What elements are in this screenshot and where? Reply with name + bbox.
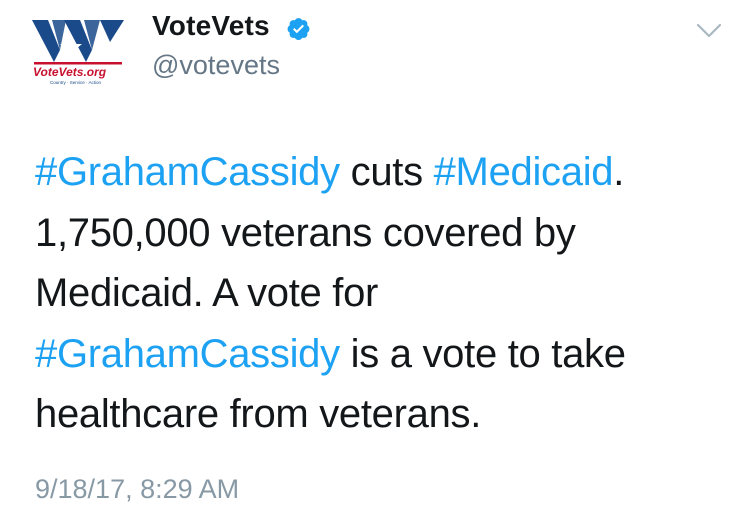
tweet-text-segment: 1,750,000 veterans covered by — [35, 210, 576, 255]
votevets-logo: VoteVets.org Country · Service · Action — [32, 20, 124, 85]
avatar[interactable]: VoteVets.org Country · Service · Action — [30, 16, 128, 86]
tweet-text-segment: healthcare from veterans. — [35, 392, 482, 436]
avatar-site-text: VoteVets.org — [33, 65, 107, 79]
tweet-text-line: Medicaid. A vote for — [35, 263, 725, 324]
author-display-name[interactable]: VoteVets — [152, 10, 270, 42]
tweet-text-segment: is a vote to take — [339, 331, 626, 376]
hashtag-link[interactable]: #GrahamCassidy — [35, 332, 340, 376]
tweet-text-line: 1,750,000 veterans covered by — [35, 203, 725, 264]
tweet-text-segment: . — [613, 150, 625, 194]
tweet-text: #GrahamCassidy cuts #Medicaid. 1,750,000 … — [35, 142, 725, 445]
tweet-text-segment: Medicaid. A vote for — [35, 271, 379, 315]
tweet-text-line: #GrahamCassidy is a vote to take — [35, 324, 725, 385]
tweet-timestamp[interactable]: 9/18/17, 8:29 AM — [35, 474, 239, 505]
hashtag-link[interactable]: #Medicaid — [434, 150, 614, 194]
chevron-down-icon[interactable] — [694, 20, 724, 42]
author-handle[interactable]: @votevets — [152, 50, 280, 81]
hashtag-link[interactable]: #GrahamCassidy — [35, 150, 340, 194]
tweet-text-segment: cuts — [339, 150, 434, 194]
tweet-text-line: #GrahamCassidy cuts #Medicaid. — [35, 142, 725, 203]
avatar-tagline: Country · Service · Action — [50, 80, 102, 85]
verified-badge-icon — [287, 18, 310, 40]
tweet-text-line: healthcare from veterans. — [35, 384, 725, 445]
tweet-card: VoteVets.org Country · Service · Action … — [0, 0, 749, 521]
